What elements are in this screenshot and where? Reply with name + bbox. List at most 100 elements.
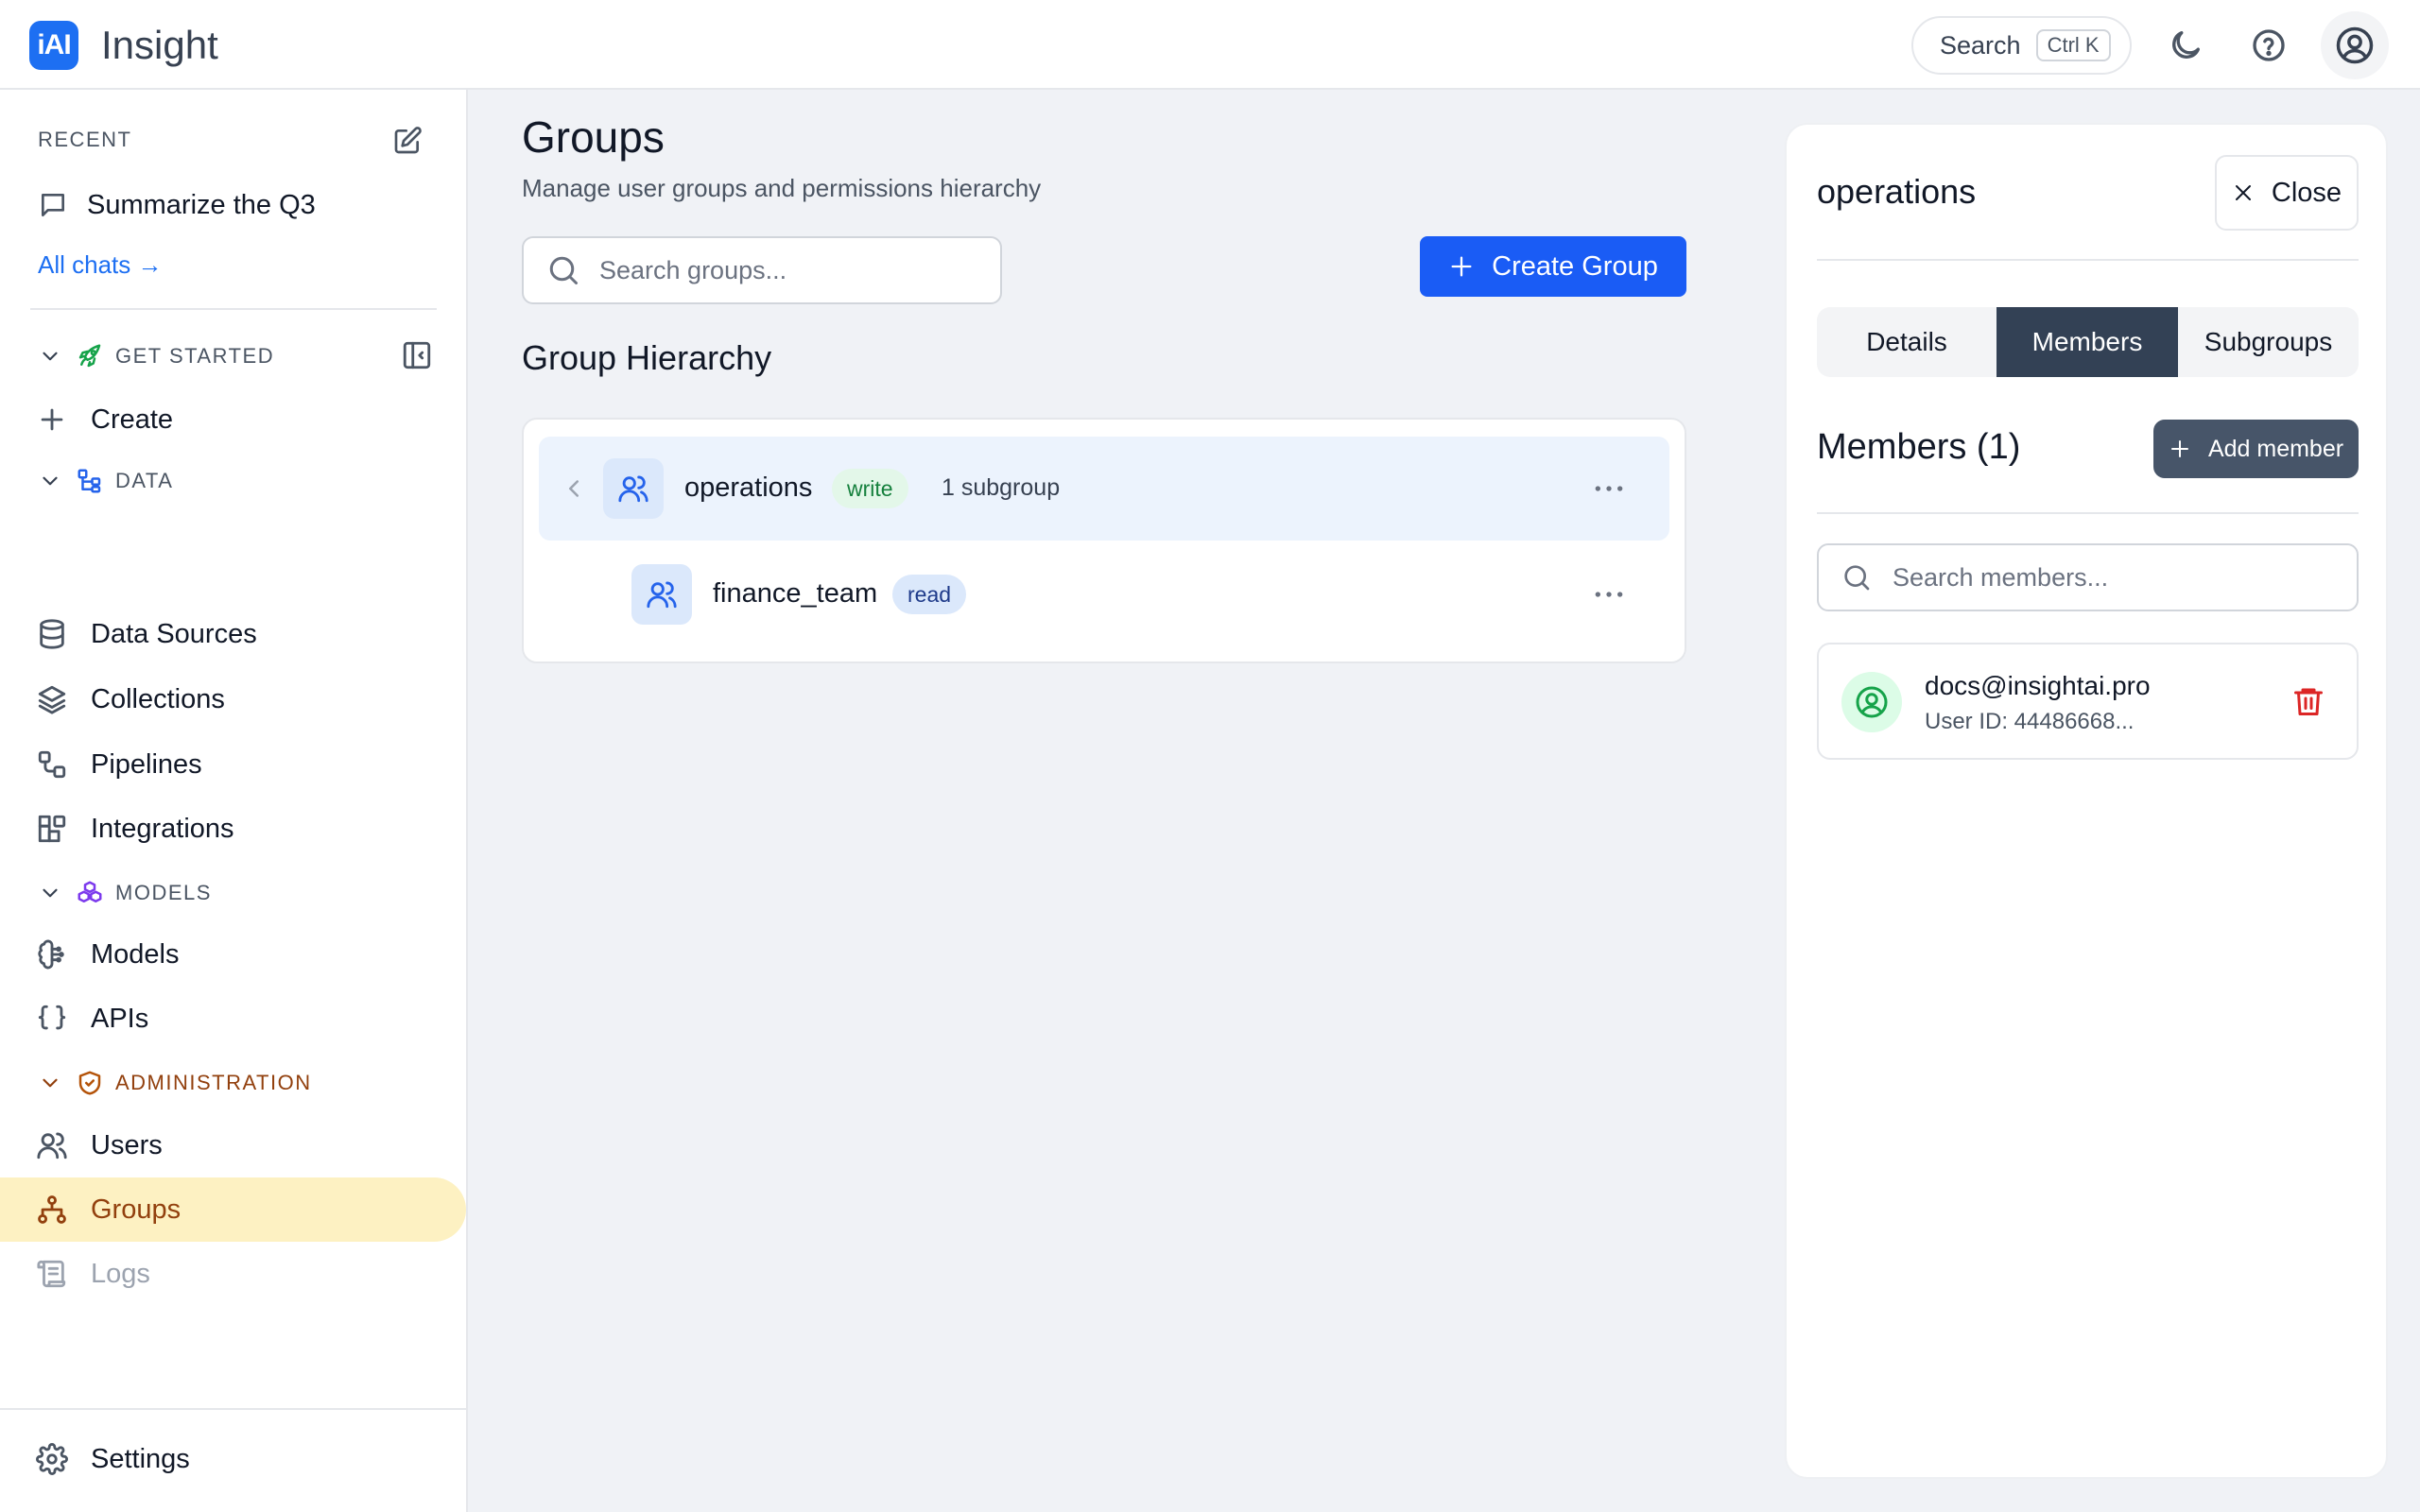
sidebar-item-label: Data Sources <box>91 618 257 649</box>
sidebar-item-settings[interactable]: Settings <box>0 1427 466 1491</box>
help-icon[interactable] <box>2250 26 2288 64</box>
group-hierarchy-card: operations write 1 subgroup finance_team… <box>522 418 1686 663</box>
panel-divider <box>1817 512 2359 514</box>
group-details-panel: operations Close Details Members Subgrou… <box>1785 123 2388 1479</box>
sidebar-item-apis[interactable]: APIs <box>0 987 466 1051</box>
new-chat-icon[interactable] <box>392 126 423 156</box>
sidebar-item-label: Groups <box>91 1194 182 1225</box>
permission-badge: read <box>892 575 967 614</box>
sidebar-item-integrations[interactable]: Integrations <box>0 797 466 861</box>
trash-icon[interactable] <box>2291 684 2325 718</box>
sidebar-item-groups[interactable]: Groups <box>0 1177 466 1242</box>
section-get-started[interactable]: GET STARTED <box>38 339 274 373</box>
users-icon <box>631 564 692 625</box>
brain-icon <box>38 939 64 970</box>
group-name: finance_team <box>713 578 878 609</box>
cubes-icon <box>78 881 102 902</box>
sidebar-item-collections[interactable]: Collections <box>0 667 466 731</box>
section-label: DATA <box>115 469 174 492</box>
recent-chat-label: Summarize the Q3 <box>87 189 316 220</box>
member-email: docs@insightai.pro <box>1925 671 2151 700</box>
user-circle-icon <box>1841 672 1902 732</box>
tab-members[interactable]: Members <box>1996 307 2178 377</box>
panel-tabs: Details Members Subgroups <box>1817 307 2359 377</box>
tab-details[interactable]: Details <box>1817 307 1996 377</box>
users-icon <box>603 458 664 519</box>
chevron-down-icon <box>43 352 58 361</box>
group-search-field[interactable] <box>522 236 1002 304</box>
search-label: Search <box>1940 30 2021 60</box>
app-title: Insight <box>101 23 218 67</box>
global-search-button[interactable]: Search Ctrl K <box>1911 16 2132 75</box>
member-search-field[interactable] <box>1817 543 2359 611</box>
braces-icon <box>38 1005 66 1030</box>
shield-check-icon <box>78 1071 101 1095</box>
chevron-down-icon <box>43 1078 58 1088</box>
sidebar: RECENT Summarize the Q3 All chats → GET … <box>0 90 468 1512</box>
chevron-down-icon <box>43 476 58 486</box>
sidebar-item-logs[interactable]: Logs <box>0 1242 466 1306</box>
more-options-icon[interactable] <box>1590 576 1628 613</box>
create-group-button[interactable]: Create Group <box>1420 236 1686 297</box>
chevron-left-icon[interactable] <box>560 474 588 503</box>
rocket-icon <box>78 344 101 368</box>
close-button[interactable]: Close <box>2215 155 2359 231</box>
network-icon <box>38 1195 66 1224</box>
members-title: Members (1) <box>1817 427 2021 467</box>
sidebar-item-label: APIs <box>91 1003 149 1034</box>
search-icon <box>549 256 578 284</box>
chat-icon <box>42 194 64 216</box>
sidebar-item-label: Integrations <box>91 813 234 844</box>
add-member-button[interactable]: Add member <box>2153 420 2359 478</box>
database-icon <box>40 619 64 649</box>
sidebar-item-users[interactable]: Users <box>0 1113 466 1177</box>
recent-label: RECENT <box>38 128 132 151</box>
panel-divider <box>1817 259 2359 261</box>
sidebar-item-label: Logs <box>91 1258 150 1289</box>
member-search-input[interactable] <box>1893 562 2337 593</box>
tree-icon <box>78 469 101 493</box>
users-icon <box>37 1132 67 1160</box>
layers-icon <box>38 685 66 714</box>
permission-badge: write <box>832 469 908 508</box>
sidebar-item-data-sources[interactable]: Data Sources <box>0 602 466 666</box>
member-card: docs@insightai.pro User ID: 44486668... <box>1817 643 2359 760</box>
more-options-icon[interactable] <box>1590 470 1628 507</box>
workflow-icon <box>38 750 66 779</box>
section-data[interactable]: DATA <box>38 464 173 498</box>
all-chats-link[interactable]: All chats → <box>38 250 163 280</box>
plus-icon <box>2170 440 2188 457</box>
recent-chat-item[interactable]: Summarize the Q3 <box>38 186 316 224</box>
app-logo[interactable]: iAI <box>29 21 78 70</box>
group-name: operations <box>684 472 813 503</box>
member-user-id: User ID: 44486668... <box>1925 709 2135 734</box>
panel-title: operations <box>1817 172 1977 211</box>
moon-icon[interactable] <box>2167 26 2204 64</box>
sidebar-item-label: Users <box>91 1129 163 1160</box>
group-search-input[interactable] <box>599 255 977 285</box>
collapse-sidebar-icon[interactable] <box>401 339 433 371</box>
group-row-operations[interactable]: operations write 1 subgroup <box>539 437 1669 541</box>
gear-icon <box>36 1443 68 1475</box>
user-avatar-button[interactable] <box>2321 11 2389 79</box>
top-bar: iAI Insight Search Ctrl K <box>0 0 2420 90</box>
tab-subgroups[interactable]: Subgroups <box>2178 307 2359 377</box>
section-models[interactable]: MODELS <box>38 876 212 910</box>
sidebar-item-pipelines[interactable]: Pipelines <box>0 732 466 797</box>
sidebar-item-label: Collections <box>91 683 225 714</box>
close-icon <box>2235 185 2251 200</box>
sidebar-item-create[interactable]: Create <box>0 387 466 452</box>
sidebar-divider <box>0 1408 466 1410</box>
section-administration[interactable]: ADMINISTRATION <box>38 1066 312 1100</box>
section-label: ADMINISTRATION <box>115 1071 312 1094</box>
search-icon <box>1844 565 1870 591</box>
group-row-finance-team[interactable]: finance_team read <box>539 542 1669 646</box>
sidebar-item-label: Settings <box>91 1443 190 1474</box>
page-title: Groups <box>522 112 665 162</box>
plus-icon <box>41 408 63 431</box>
section-label: MODELS <box>115 881 212 904</box>
hierarchy-title: Group Hierarchy <box>522 338 772 377</box>
search-shortcut: Ctrl K <box>2035 29 2111 61</box>
sidebar-item-models[interactable]: Models <box>0 922 466 987</box>
close-label: Close <box>2271 177 2342 208</box>
